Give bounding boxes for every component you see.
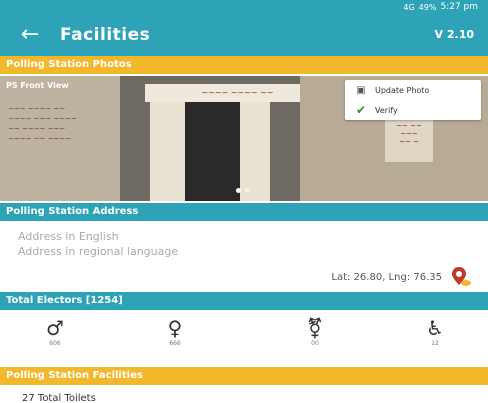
- page-title: Facilities: [60, 25, 151, 45]
- address-panel: Address in English Address in regional l…: [0, 225, 488, 290]
- wheelchair-icon: ♿: [426, 316, 444, 340]
- third-gender-icon: ⚧: [306, 316, 324, 340]
- female-icon: ♀: [167, 316, 183, 340]
- address-english: Address in English: [18, 230, 119, 243]
- version-label: V 2.10: [434, 28, 474, 41]
- signal-icon: 4G: [403, 2, 415, 12]
- clock: 5:27 pm: [440, 2, 478, 12]
- update-photo-button[interactable]: ▣ Update Photo: [345, 80, 481, 100]
- verify-button[interactable]: ✔ Verify: [345, 100, 481, 120]
- address-regional: Address in regional language: [18, 245, 179, 258]
- battery-label: 49%: [418, 2, 437, 12]
- status-bar: 4G 49% 5:27 pm: [0, 0, 488, 14]
- map-pin-icon[interactable]: [450, 265, 472, 287]
- polling-station-photo[interactable]: ~~~ ~~~~ ~~ ~~~~ ~~~ ~~~~ ~~ ~~~~ ~~~ ~~~~ …: [0, 76, 488, 201]
- app-bar: ← Facilities V 2.10: [0, 14, 488, 56]
- facilities-section-header: Polling Station Facilities: [0, 367, 488, 385]
- carousel-dot[interactable]: [245, 188, 250, 193]
- photo-caption: PS Front View: [6, 81, 69, 90]
- female-count: ♀ 666: [155, 316, 195, 347]
- address-section-header: Polling Station Address: [0, 203, 488, 221]
- back-arrow-icon[interactable]: ←: [0, 14, 60, 56]
- lat-lng-label: Lat: 26.80, Lng: 76.35: [331, 272, 442, 283]
- pwd-count: ♿ 12: [415, 316, 455, 347]
- carousel-indicator: [236, 188, 250, 193]
- third-gender-count: ⚧ 00: [295, 316, 335, 347]
- total-toilets: 27 Total Toilets: [22, 393, 96, 403]
- electors-section-header: Total Electors [1254]: [0, 292, 488, 310]
- male-count: ♂ 606: [35, 316, 75, 347]
- electors-counts: ♂ 606 ♀ 666 ⚧ 00 ♿ 12: [0, 310, 488, 365]
- check-icon: ✔: [355, 103, 367, 117]
- male-icon: ♂: [46, 316, 64, 340]
- camera-icon: ▣: [356, 84, 366, 96]
- photo-actions-card: ▣ Update Photo ✔ Verify: [345, 80, 481, 120]
- carousel-dot-active[interactable]: [236, 188, 241, 193]
- photos-section-header: Polling Station Photos: [0, 56, 488, 74]
